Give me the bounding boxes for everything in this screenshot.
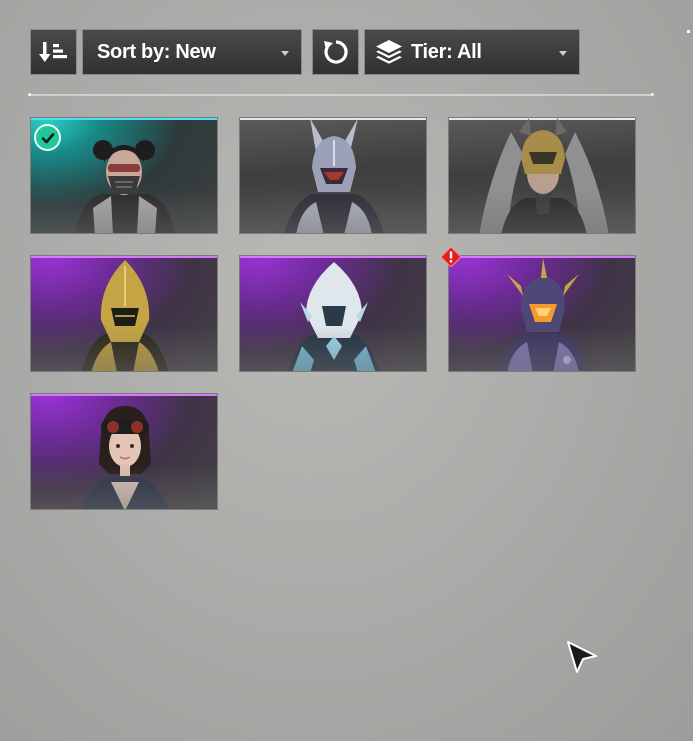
refresh-icon (323, 40, 348, 64)
alert-icon (441, 247, 461, 267)
toolbar-divider (28, 93, 654, 96)
equipped-check-icon (34, 124, 61, 151)
outfit-card-5[interactable] (239, 255, 427, 372)
sort-dropdown-label: Sort by: New (97, 40, 216, 63)
reset-filters-button[interactable] (312, 29, 359, 75)
card-fog (31, 188, 217, 233)
card-fog (31, 464, 217, 509)
card-fog (449, 188, 635, 233)
outfit-card-7[interactable] (30, 393, 218, 510)
outfit-card-4[interactable] (30, 255, 218, 372)
layers-icon (376, 40, 402, 64)
outfit-card-2[interactable] (239, 117, 427, 234)
card-fog (240, 188, 426, 233)
card-fog (240, 326, 426, 371)
sort-order-button[interactable] (30, 29, 77, 75)
tier-dropdown[interactable]: Tier: All (364, 29, 580, 75)
chevron-down-icon (281, 51, 289, 56)
edge-marker (687, 30, 690, 33)
sort-dropdown[interactable]: Sort by: New (82, 29, 302, 75)
card-fog (449, 326, 635, 371)
tier-dropdown-label: Tier: All (411, 40, 482, 63)
mouse-cursor-icon (567, 641, 597, 673)
card-fog (31, 326, 217, 371)
sort-descending-icon (38, 42, 67, 62)
outfit-card-6[interactable] (448, 255, 636, 372)
outfit-card-3[interactable] (448, 117, 636, 234)
chevron-down-icon (559, 51, 567, 56)
